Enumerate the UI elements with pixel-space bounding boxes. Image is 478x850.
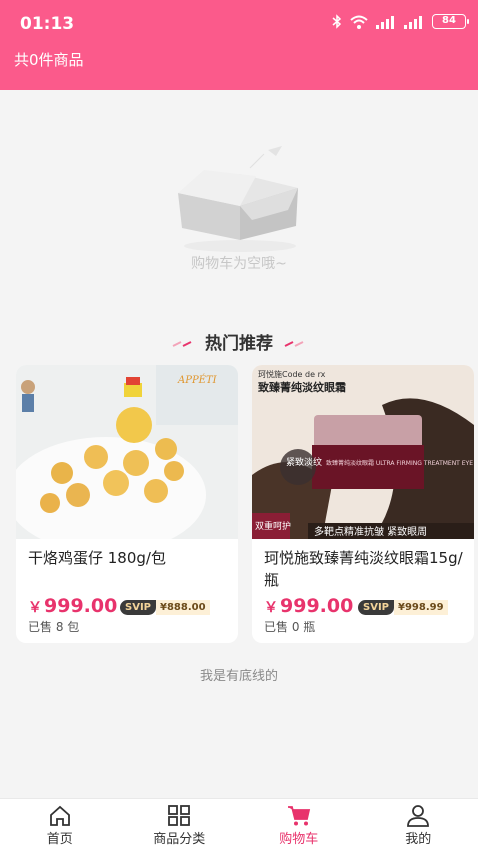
tab-label: 我的 xyxy=(405,832,432,847)
product-image-1: APPÉTI xyxy=(16,365,238,539)
cart-icon xyxy=(287,806,310,826)
sold-count: 已售 0 瓶 xyxy=(264,620,316,634)
banner-text: 多靶点精准抗皱 紧致眼周 xyxy=(314,525,427,538)
product-name: 珂悦施致臻菁纯淡纹眼霜15g/瓶 xyxy=(264,549,463,589)
tab-mine[interactable]: 我的 xyxy=(359,799,478,850)
tab-cart[interactable]: 购物车 xyxy=(239,799,359,850)
cart-count-title: 共0件商品 xyxy=(14,51,84,69)
badge-text: 紧致淡纹 xyxy=(286,456,322,468)
svip-price: ¥888.00 xyxy=(156,599,210,615)
bottom-tab-bar: 首页 商品分类 购物车 我的 xyxy=(0,798,478,850)
decor-right-icon xyxy=(284,341,304,347)
svip-price: ¥998.99 xyxy=(394,599,448,615)
image-title: 致臻菁纯淡纹眼霜 xyxy=(258,380,346,394)
tab-category[interactable]: 商品分类 xyxy=(120,799,240,850)
jar-text: 致臻菁纯淡纹眼霜 ULTRA FIRMING TREATMENT EYE CRE… xyxy=(326,459,474,467)
signal-icon-2 xyxy=(404,15,422,29)
product-name: 干烙鸡蛋仔 180g/包 xyxy=(28,549,166,567)
mug-text: APPÉTI xyxy=(177,374,218,386)
svip-price-badge: SVIP ¥998.99 xyxy=(358,599,448,615)
svip-label: SVIP xyxy=(358,599,394,615)
status-time: 01:13 xyxy=(20,14,75,34)
wifi-icon xyxy=(350,15,368,29)
home-icon xyxy=(49,805,70,826)
empty-box-icon xyxy=(178,146,298,252)
svip-price-badge: SVIP ¥888.00 xyxy=(120,599,210,615)
tab-home[interactable]: 首页 xyxy=(0,799,120,850)
decor-left-icon xyxy=(172,341,192,347)
bluetooth-icon xyxy=(332,14,342,29)
product-card-1[interactable]: APPÉTI 干烙鸡蛋仔 180g/包 ￥ 999.00 SVIP ¥888.00… xyxy=(16,365,238,643)
end-of-list-text: 我是有底线的 xyxy=(199,669,278,684)
tab-label: 首页 xyxy=(46,832,73,847)
signal-icon xyxy=(376,15,394,29)
empty-cart-text: 购物车为空哦~ xyxy=(191,256,287,272)
svip-label: SVIP xyxy=(120,599,156,615)
tab-label: 购物车 xyxy=(279,832,319,847)
brand-text: 珂悦施Code de rx xyxy=(258,369,326,379)
product-image-2: 珂悦施Code de rx 致臻菁纯淡纹眼霜 致臻菁纯淡纹眼霜 ULTRA FI… xyxy=(252,365,474,539)
user-icon xyxy=(407,805,430,827)
grid-icon xyxy=(168,805,191,826)
hot-recommend-title: 热门推荐 xyxy=(0,329,478,354)
battery-icon: 84 xyxy=(432,14,469,29)
status-icons: 84 xyxy=(332,14,469,29)
hot-title-label: 热门推荐 xyxy=(205,334,273,354)
sold-count: 已售 8 包 xyxy=(28,620,80,634)
corner-text: 双重呵护 xyxy=(255,520,291,532)
header: 01:13 84 共0件商品 xyxy=(0,0,478,90)
product-card-2[interactable]: 珂悦施Code de rx 致臻菁纯淡纹眼霜 致臻菁纯淡纹眼霜 ULTRA FI… xyxy=(252,365,474,643)
product-price: ￥ 999.00 xyxy=(264,595,354,617)
status-bar: 01:13 84 xyxy=(0,0,478,44)
product-price: ￥ 999.00 xyxy=(28,595,118,617)
tab-label: 商品分类 xyxy=(153,832,206,847)
